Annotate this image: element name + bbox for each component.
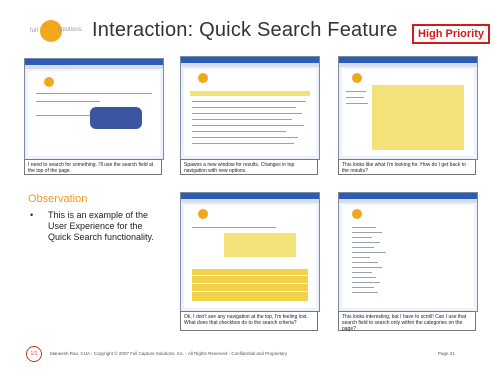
- slide-title: Interaction: Quick Search Feature: [92, 19, 398, 41]
- result-line: [192, 143, 294, 144]
- page-line: [36, 93, 152, 94]
- page-line: [36, 115, 90, 116]
- logo-text: solutions: [58, 27, 82, 33]
- result-line: [192, 125, 304, 126]
- window-page: [28, 71, 160, 156]
- screenshot-2: [180, 56, 320, 160]
- window-page: [184, 69, 316, 156]
- caption-2: Spawns a new window for results. Changes…: [180, 159, 318, 175]
- category-item: [352, 247, 374, 248]
- page-logo-icon: [198, 73, 208, 83]
- bullet-icon: •: [30, 210, 34, 220]
- page-number: Page 21: [438, 351, 455, 356]
- window-menubar: [339, 63, 477, 67]
- page-logo-icon: [44, 77, 54, 87]
- result-line: [192, 107, 296, 108]
- screenshot-3: [338, 56, 478, 160]
- caption-3: This looks like what I'm looking for. Ho…: [338, 159, 476, 175]
- category-item: [352, 267, 382, 268]
- priority-badge: High Priority: [412, 24, 491, 44]
- table-row: [192, 283, 308, 284]
- logo-prefix: fulI: [30, 28, 39, 34]
- side-link: [346, 91, 366, 92]
- table-row: [192, 275, 308, 276]
- category-item: [352, 292, 378, 293]
- graphic-banner: [90, 107, 142, 129]
- company-logo: fulI solutions: [30, 20, 82, 44]
- window-menubar: [181, 199, 319, 203]
- result-line: [192, 131, 286, 132]
- page-line: [36, 101, 100, 102]
- page-badge: 1/1: [26, 346, 42, 362]
- page-logo-icon: [352, 209, 362, 219]
- window-menubar: [339, 199, 477, 203]
- category-item: [352, 282, 380, 283]
- result-line: [192, 113, 302, 114]
- side-link: [346, 97, 364, 98]
- screenshot-5: [338, 192, 478, 312]
- category-item: [352, 237, 372, 238]
- category-item: [352, 277, 376, 278]
- category-item: [352, 227, 376, 228]
- screenshot-1: [24, 58, 164, 160]
- side-link: [346, 103, 368, 104]
- results-header: [190, 91, 310, 96]
- observation-text: This is an example of the User Experienc…: [48, 210, 154, 242]
- result-line: [192, 101, 306, 102]
- result-line: [192, 137, 298, 138]
- window-page: [184, 205, 316, 308]
- category-item: [352, 232, 382, 233]
- document-content: [372, 85, 464, 150]
- caption-1: I need to search for something. I'll use…: [24, 159, 162, 175]
- page-logo-icon: [352, 73, 362, 83]
- category-item: [352, 272, 372, 273]
- page-line: [192, 227, 276, 228]
- caption-4: Ok, I don't see any navigation at the to…: [180, 311, 318, 331]
- category-item: [352, 242, 380, 243]
- results-table: [192, 269, 308, 301]
- window-page: [342, 205, 474, 308]
- criteria-panel: [224, 233, 296, 257]
- category-item: [352, 262, 378, 263]
- result-line: [192, 119, 292, 120]
- category-item: [352, 252, 386, 253]
- table-row: [192, 291, 308, 292]
- window-menubar: [25, 65, 163, 69]
- screenshot-4: [180, 192, 320, 312]
- window-menubar: [181, 63, 319, 67]
- category-item: [352, 257, 370, 258]
- window-page: [342, 69, 474, 156]
- slide: fulI solutions Interaction: Quick Search…: [0, 0, 495, 370]
- footer-copyright: Maneesh Rao, CUA - Copyright © 2007 Full…: [50, 351, 288, 356]
- caption-5: This looks interesting, but I have to sc…: [338, 311, 476, 332]
- category-item: [352, 287, 374, 288]
- page-logo-icon: [198, 209, 208, 219]
- observation-heading: Observation: [28, 193, 88, 205]
